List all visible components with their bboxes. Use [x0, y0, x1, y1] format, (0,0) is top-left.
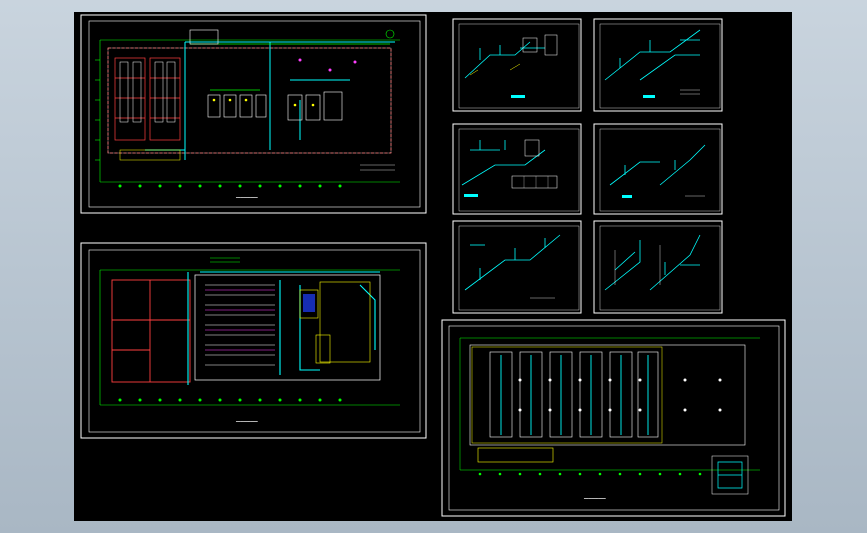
sheet-plan-bottom[interactable]: ━━━━━━━━━ [80, 242, 427, 439]
sheet-iso-4[interactable] [593, 123, 723, 215]
sheet-iso-2[interactable] [593, 18, 723, 112]
svg-text:━━━━━━━━━: ━━━━━━━━━ [583, 496, 606, 501]
svg-text:━━━━━━━━━: ━━━━━━━━━ [235, 419, 258, 424]
sheet-iso-1[interactable] [452, 18, 582, 112]
sheet-iso-6[interactable] [593, 220, 723, 314]
svg-text:━━━━━━━━━: ━━━━━━━━━ [235, 195, 258, 200]
sheet-iso-3[interactable] [452, 123, 582, 215]
sheet-iso-5[interactable] [452, 220, 582, 314]
sheet-plan-top[interactable]: ━━━━━━━━━ [80, 14, 427, 214]
drawing-sheets: ━━━━━━━━━ ━━━━━━━━━ ━━━━━━━━━ [80, 14, 786, 517]
sheet-roof-plan[interactable]: ━━━━━━━━━ [441, 319, 786, 517]
